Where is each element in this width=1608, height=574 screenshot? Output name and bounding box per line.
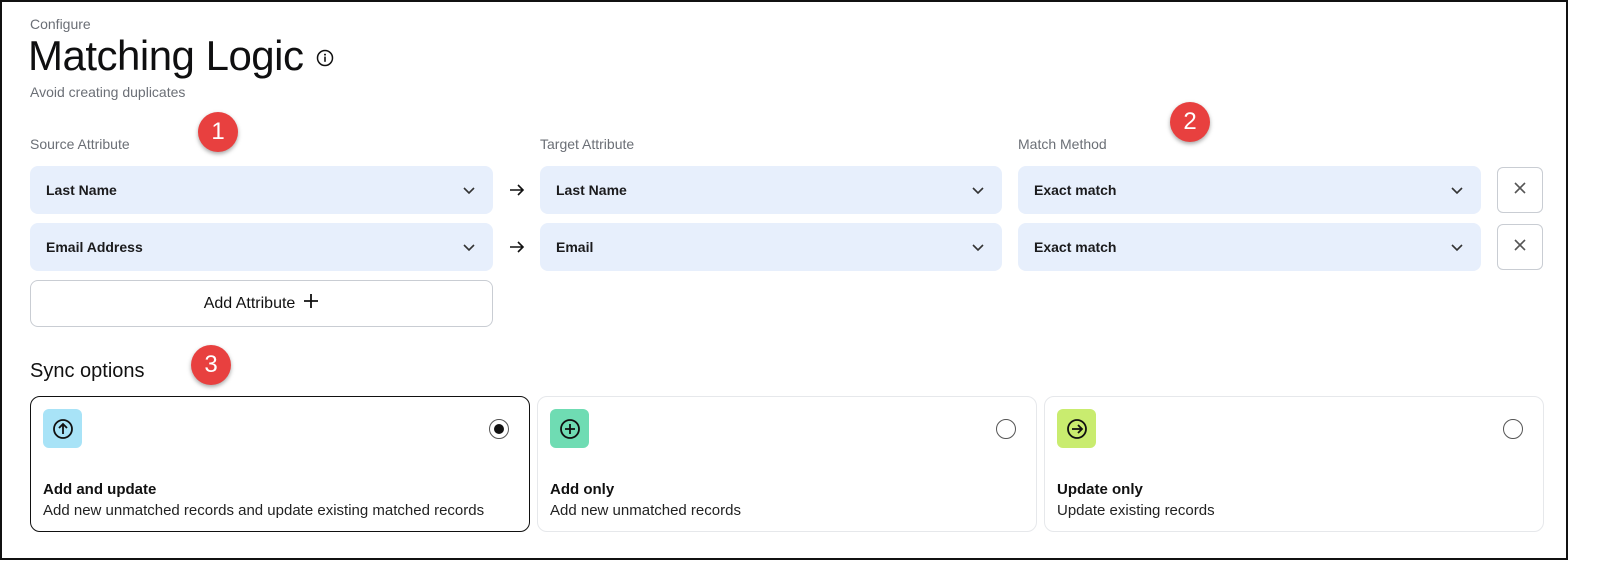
add-attribute-label: Add Attribute bbox=[203, 294, 296, 312]
match-method-value: Exact match bbox=[1034, 182, 1117, 198]
plus-icon bbox=[303, 293, 319, 314]
radio-selected-dot bbox=[494, 424, 504, 434]
title-row: Matching Logic bbox=[28, 32, 334, 80]
target-attribute-value: Email bbox=[556, 239, 594, 255]
chevron-down-icon bbox=[970, 182, 986, 198]
target-attribute-select[interactable]: Email bbox=[540, 223, 1002, 271]
page-eyebrow: Configure bbox=[30, 16, 91, 32]
remove-row-button[interactable] bbox=[1497, 167, 1543, 213]
chevron-down-icon bbox=[970, 239, 986, 255]
source-attribute-select[interactable]: Email Address bbox=[30, 223, 493, 271]
sync-options-title: Sync options bbox=[30, 360, 145, 382]
match-method-select[interactable]: Exact match bbox=[1018, 166, 1481, 214]
sync-option-add-and-update[interactable]: Add and update Add new unmatched records… bbox=[30, 396, 530, 532]
info-circle-icon[interactable] bbox=[316, 49, 334, 67]
annotation-marker-2: 2 bbox=[1170, 102, 1210, 142]
target-attribute-value: Last Name bbox=[556, 182, 627, 198]
chevron-down-icon bbox=[1449, 182, 1465, 198]
sync-option-title: Add only bbox=[550, 481, 615, 498]
sync-option-description: Add new unmatched records and update exi… bbox=[43, 502, 485, 519]
arrow-right-icon bbox=[507, 180, 527, 200]
match-method-select[interactable]: Exact match bbox=[1018, 223, 1481, 271]
chevron-down-icon bbox=[1449, 239, 1465, 255]
annotation-marker-3: 3 bbox=[191, 345, 231, 385]
source-attribute-select[interactable]: Last Name bbox=[30, 166, 493, 214]
radio-button[interactable] bbox=[489, 419, 509, 439]
page-subtitle: Avoid creating duplicates bbox=[30, 84, 186, 100]
sync-option-title: Add and update bbox=[43, 481, 157, 498]
arrow-up-circle-icon bbox=[43, 409, 82, 448]
remove-row-button[interactable] bbox=[1497, 224, 1543, 270]
target-attribute-label: Target Attribute bbox=[540, 136, 635, 152]
sync-option-update-only[interactable]: Update only Update existing records bbox=[1044, 396, 1544, 532]
target-attribute-select[interactable]: Last Name bbox=[540, 166, 1002, 214]
close-icon bbox=[1513, 238, 1527, 257]
chevron-down-icon bbox=[461, 182, 477, 198]
sync-option-title: Update only bbox=[1057, 481, 1143, 498]
sync-option-description: Add new unmatched records bbox=[550, 502, 741, 519]
sync-option-description: Update existing records bbox=[1057, 502, 1215, 519]
match-method-value: Exact match bbox=[1034, 239, 1117, 255]
radio-button[interactable] bbox=[996, 419, 1016, 439]
close-icon bbox=[1513, 181, 1527, 200]
source-attribute-label: Source Attribute bbox=[30, 136, 130, 152]
sync-option-add-only[interactable]: Add only Add new unmatched records bbox=[537, 396, 1037, 532]
annotation-marker-1: 1 bbox=[198, 112, 238, 152]
match-method-label: Match Method bbox=[1018, 136, 1107, 152]
arrow-right-icon bbox=[507, 237, 527, 257]
page-title: Matching Logic bbox=[28, 32, 304, 79]
page-frame: Configure Matching Logic Avoid creating … bbox=[0, 0, 1568, 560]
radio-button[interactable] bbox=[1503, 419, 1523, 439]
plus-circle-icon bbox=[550, 409, 589, 448]
source-attribute-value: Email Address bbox=[46, 239, 143, 255]
source-attribute-value: Last Name bbox=[46, 182, 117, 198]
add-attribute-button[interactable]: Add Attribute bbox=[30, 280, 493, 327]
arrow-right-circle-icon bbox=[1057, 409, 1096, 448]
chevron-down-icon bbox=[461, 239, 477, 255]
